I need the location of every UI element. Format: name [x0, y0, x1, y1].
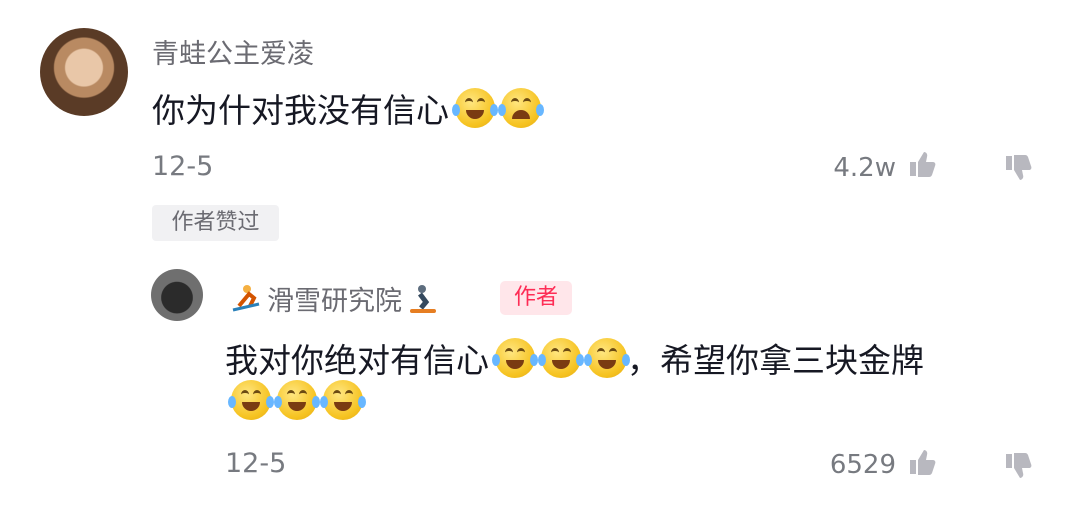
comment-date: 12-5	[152, 151, 214, 182]
author-badge: 作者	[500, 281, 572, 315]
tearful-smile-emoji	[492, 338, 538, 378]
rolling-laughing-emoji	[320, 380, 366, 420]
reply-text-tail: ，希望你拿三块金牌	[627, 341, 924, 380]
reply-username-row: 滑雪研究院	[225, 279, 444, 318]
skier-icon	[232, 285, 260, 312]
reply-text-line-1: 我对你绝对有信心 ，希望你拿三块金牌	[225, 334, 1045, 382]
crying-emoji	[498, 88, 544, 128]
reply-username[interactable]: 滑雪研究院	[267, 286, 402, 317]
reply-like-count: 6529	[829, 450, 896, 480]
tearful-smile-emoji	[538, 338, 584, 378]
reply-date: 12-5	[225, 448, 287, 479]
commenter-username[interactable]: 青蛙公主爱凌	[152, 32, 314, 71]
tearful-smile-emoji	[584, 338, 630, 378]
like-thumb-icon[interactable]	[906, 148, 938, 180]
rolling-laughing-emoji	[274, 380, 320, 420]
rolling-laughing-emoji	[228, 380, 274, 420]
reply-text-body: 我对你绝对有信心	[225, 341, 489, 380]
commenter-avatar[interactable]	[40, 28, 128, 116]
comment-text: 你为什对我没有信心	[152, 84, 544, 132]
comment-like-count: 4.2w	[833, 153, 896, 183]
reply-text-line-2	[225, 380, 366, 422]
laughing-tears-emoji	[452, 88, 498, 128]
snowboarder-icon	[410, 285, 436, 313]
comment-text-body: 你为什对我没有信心	[152, 91, 449, 130]
reply-avatar[interactable]	[151, 269, 203, 321]
reply-dislike-thumb-icon[interactable]	[1002, 450, 1034, 482]
dislike-thumb-icon[interactable]	[1002, 152, 1034, 184]
liked-by-author-badge: 作者赞过	[152, 205, 279, 241]
reply-like-thumb-icon[interactable]	[906, 446, 938, 478]
